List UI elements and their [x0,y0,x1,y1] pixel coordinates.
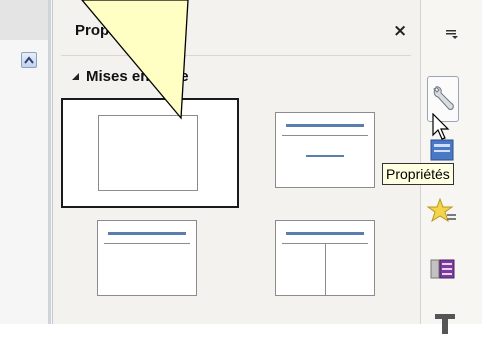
layout-divider-line [282,135,368,136]
title-placeholder-bar [286,124,364,127]
title-placeholder-bar [286,232,364,235]
navigator-icon [430,259,455,279]
menu-icon[interactable] [445,28,459,40]
layout-title-two-contents[interactable] [275,220,379,300]
panel-divider [61,55,411,56]
title-placeholder-bar [108,232,186,235]
styles-deck-button[interactable] [427,304,459,336]
panel-title: Propriétés [75,22,150,39]
document-edge [48,0,51,324]
navigator-deck-button[interactable] [427,254,459,286]
layout-blank[interactable] [61,98,239,208]
sidebar-deck [420,0,482,334]
document-band [0,0,48,40]
animation-deck-button[interactable] [426,196,459,228]
layout-thumbnail [98,115,198,191]
scroll-up-button[interactable] [21,52,37,68]
layout-thumbnail [275,112,375,188]
section-header-layouts[interactable]: Mises en page [71,68,189,85]
content-placeholder-bar [306,155,344,157]
mouse-cursor-icon [432,113,450,140]
collapse-triangle-icon [72,73,79,80]
close-button[interactable]: × [393,22,407,40]
chevron-up-icon [24,56,34,64]
layout-thumbnail [275,220,375,296]
star-icon [426,197,456,223]
section-label: Mises en page [86,68,189,85]
layout-thumbnail [97,220,197,296]
column-divider-line [325,243,326,295]
text-icon [435,314,455,334]
document-area [0,0,52,324]
properties-panel: Propriétés × Mises en page [52,0,421,324]
layout-title-content-2[interactable] [97,220,201,300]
layout-divider-line [104,243,190,244]
tooltip: Propriétés [382,163,454,185]
layout-title-content[interactable] [275,112,379,192]
